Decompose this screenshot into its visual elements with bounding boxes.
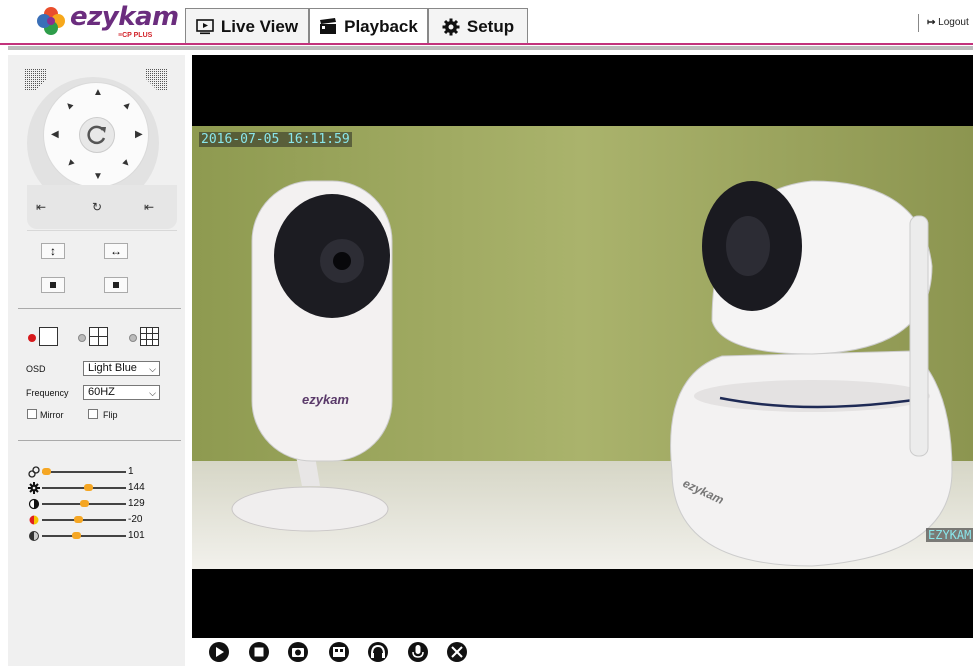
link-icon [28, 466, 40, 478]
zoom-value: 1 [128, 466, 134, 477]
section-divider [18, 308, 181, 309]
refresh-icon [87, 125, 106, 145]
layout-single-radio[interactable] [28, 334, 36, 342]
header-divider [8, 46, 973, 50]
control-panel: ▲ ▼ ◀ ▶ ▲ ▲ ▼ ▼ ⇤ ↻ ⇤ ↕ ↔ OSD Light Blue… [8, 55, 185, 666]
layout-nine-radio[interactable] [129, 334, 137, 342]
contrast-icon [28, 498, 40, 510]
mirror-label: Mirror [40, 410, 64, 420]
osd-label: OSD [26, 364, 46, 374]
preset-set-button[interactable]: ⇤ [36, 200, 46, 214]
monitor-icon [196, 18, 214, 34]
sub-brand: ≡CP PLUS [118, 32, 153, 39]
saturation-value: 101 [128, 530, 145, 541]
preset-call-button[interactable]: ⇤ [144, 200, 154, 214]
record-icon[interactable] [328, 641, 350, 663]
tab-setup-label: Setup [466, 16, 515, 36]
zoom-out-grid-icon[interactable] [25, 69, 47, 91]
zoom-in-grid-icon[interactable] [146, 69, 168, 91]
ptz-up-button[interactable]: ▲ [93, 88, 103, 98]
single-view-icon[interactable] [39, 327, 58, 346]
camera-feed-image: ezykam ezykam 2016-07-05 16:11:59 EZYKAM [192, 126, 973, 569]
slider-knob[interactable] [73, 516, 83, 523]
ptz-auto-scan-button[interactable] [79, 117, 115, 153]
tab-live-view-label: Live View [220, 16, 299, 36]
tab-playback[interactable]: Playback [309, 8, 428, 44]
horizontal-stop-button[interactable] [104, 277, 128, 293]
slider-track [42, 471, 126, 473]
ezykam-logo: ezykam ≡CP PLUS [36, 2, 179, 40]
chevron-down-icon: ⌵ [149, 388, 156, 398]
gear-icon [442, 18, 460, 35]
slider-knob[interactable] [42, 468, 51, 475]
slider-knob[interactable] [84, 484, 93, 491]
fullscreen-icon[interactable] [446, 641, 468, 663]
header-accent-line [0, 43, 973, 45]
brightness-value: 144 [128, 482, 145, 493]
logout-icon: ↦ [927, 17, 936, 28]
section-divider [18, 440, 181, 441]
layout-quad-radio[interactable] [78, 334, 86, 342]
tab-playback-label: Playback [344, 16, 418, 36]
osd-color-value: Light Blue [88, 362, 137, 374]
talk-icon[interactable] [407, 641, 429, 663]
stop-square-icon [50, 282, 56, 288]
frequency-label: Frequency [26, 388, 69, 398]
svg-text:ezykam: ezykam [302, 392, 349, 407]
ptz-right-button[interactable]: ▶ [135, 130, 143, 140]
ptz-separator [27, 230, 177, 235]
live-video-viewport[interactable]: ezykam ezykam 2016-07-05 16:11:59 EZYKAM [192, 55, 973, 638]
flip-label: Flip [103, 410, 118, 420]
color-icon [29, 515, 39, 525]
stop-icon[interactable] [248, 641, 270, 663]
clapperboard-icon [320, 18, 337, 34]
logout-link[interactable]: ↦ Logout [918, 14, 969, 32]
contrast-value: 129 [128, 498, 145, 509]
slider-knob[interactable] [72, 532, 81, 539]
flip-checkbox[interactable] [88, 409, 98, 419]
hue-value: -20 [128, 514, 143, 525]
logout-label: Logout [938, 17, 969, 28]
chevron-down-icon: ⌵ [149, 364, 156, 374]
camera-feed-scene: ezykam ezykam [192, 126, 973, 569]
frequency-select[interactable]: 60HZ ⌵ [83, 385, 160, 400]
tab-setup[interactable]: Setup [428, 8, 528, 44]
play-icon[interactable] [208, 641, 230, 663]
sun-icon [28, 482, 40, 494]
quad-view-icon[interactable] [89, 327, 108, 346]
slider-track [42, 519, 126, 521]
flower-logo-icon [37, 7, 65, 35]
preset-reset-icon[interactable]: ↻ [92, 200, 102, 214]
slider-track [42, 535, 126, 537]
horizontal-scan-button[interactable]: ↔ [104, 243, 128, 259]
vertical-flip-scan-button[interactable]: ↕ [41, 243, 65, 259]
top-bar: ezykam ≡CP PLUS Live View Playback Setup [0, 0, 973, 44]
snapshot-icon[interactable] [287, 641, 309, 663]
osd-color-select[interactable]: Light Blue ⌵ [83, 361, 160, 376]
saturation-icon [29, 531, 39, 541]
slider-knob[interactable] [79, 500, 89, 507]
tab-live-view[interactable]: Live View [185, 8, 309, 44]
frequency-value: 60HZ [88, 386, 115, 398]
mirror-checkbox[interactable] [27, 409, 37, 419]
nine-view-icon[interactable] [140, 327, 159, 346]
video-toolbar [205, 641, 485, 665]
stop-square-icon [113, 282, 119, 288]
osd-timestamp: 2016-07-05 16:11:59 [199, 132, 352, 147]
listen-icon[interactable] [367, 641, 389, 663]
brand-name: ezykam [70, 2, 179, 32]
ptz-down-button[interactable]: ▼ [93, 172, 103, 182]
ptz-left-button[interactable]: ◀ [51, 130, 59, 140]
vertical-stop-button[interactable] [41, 277, 65, 293]
osd-camera-name: EZYKAM [926, 528, 973, 542]
